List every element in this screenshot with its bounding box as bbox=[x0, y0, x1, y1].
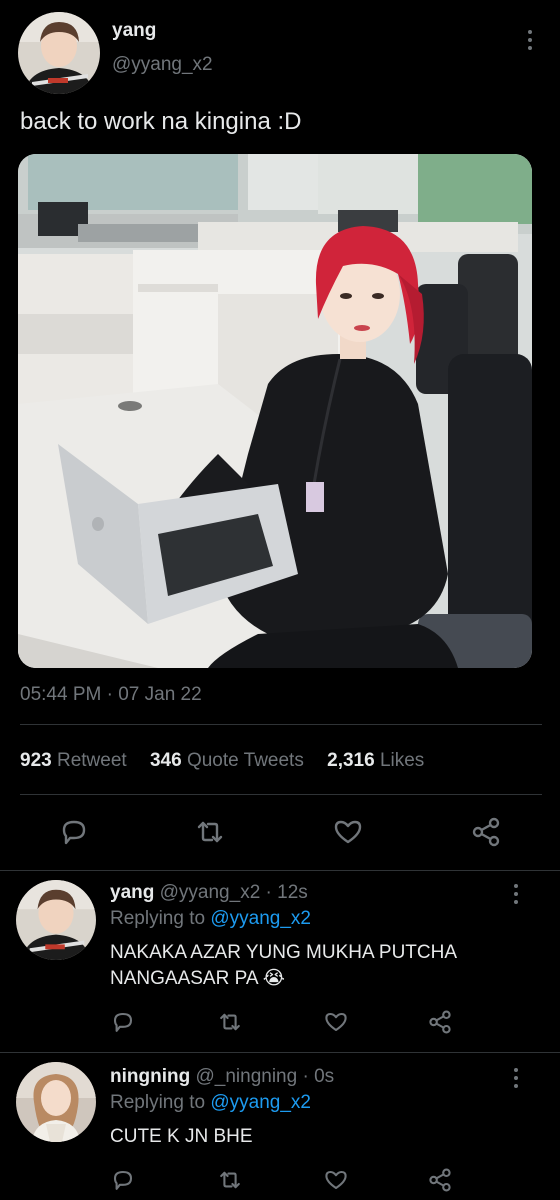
replying-to: Replying to @yyang_x2 bbox=[110, 1092, 311, 1114]
author-avatar[interactable] bbox=[18, 12, 100, 94]
reply-author-handle[interactable]: @yyang_x2 · 12s bbox=[160, 882, 308, 903]
reply-author-row: yang @yyang_x2 · 12s bbox=[110, 882, 308, 904]
tweet-text: back to work na kingina :D bbox=[20, 108, 302, 135]
replying-to-link[interactable]: @yyang_x2 bbox=[210, 908, 311, 929]
like-icon[interactable] bbox=[322, 1008, 351, 1037]
share-icon[interactable] bbox=[426, 1008, 455, 1037]
reply-author-name[interactable]: yang bbox=[110, 882, 154, 903]
tweet-timestamp: 05:44 PM · 07 Jan 22 bbox=[20, 684, 202, 705]
replying-to: Replying to @yyang_x2 bbox=[110, 908, 311, 930]
replying-to-prefix: Replying to bbox=[110, 1092, 211, 1113]
reply-text: CUTE K JN BHE bbox=[110, 1124, 253, 1150]
reply-text-line: NAKAKA AZAR YUNG MUKHA PUTCHA bbox=[110, 942, 458, 963]
reply-icon[interactable] bbox=[109, 1166, 138, 1195]
author-name[interactable]: yang bbox=[112, 20, 156, 42]
reply-text: NAKAKA AZAR YUNG MUKHA PUTCHA NANGAASAR … bbox=[110, 940, 457, 992]
more-vertical-icon[interactable] bbox=[512, 882, 520, 906]
quote-label[interactable]: Quote Tweets bbox=[187, 750, 304, 771]
retweet-count[interactable]: 923 bbox=[20, 750, 52, 771]
tweet-stats: 923 Retweet 346 Quote Tweets 2,316 Likes bbox=[20, 750, 442, 772]
quote-count[interactable]: 346 bbox=[150, 750, 182, 771]
retweet-icon[interactable] bbox=[192, 814, 228, 850]
more-vertical-icon[interactable] bbox=[512, 1066, 520, 1090]
share-icon[interactable] bbox=[426, 1166, 455, 1195]
author-handle[interactable]: @yyang_x2 bbox=[112, 54, 213, 76]
retweet-icon[interactable] bbox=[216, 1166, 245, 1195]
reply-text-line: NANGAASAR PA 😭 bbox=[110, 968, 285, 989]
more-vertical-icon[interactable] bbox=[526, 28, 534, 52]
reply-author-handle[interactable]: @_ningning · 0s bbox=[195, 1066, 334, 1087]
reply-avatar[interactable] bbox=[16, 1062, 96, 1142]
share-icon[interactable] bbox=[468, 814, 504, 850]
divider bbox=[20, 794, 542, 795]
tweet-photo[interactable] bbox=[18, 154, 532, 668]
like-count[interactable]: 2,316 bbox=[327, 750, 375, 771]
like-label[interactable]: Likes bbox=[380, 750, 424, 771]
like-icon[interactable] bbox=[322, 1166, 351, 1195]
divider bbox=[0, 1052, 560, 1053]
retweet-icon[interactable] bbox=[216, 1008, 245, 1037]
reply-text-line: CUTE K JN BHE bbox=[110, 1126, 253, 1147]
divider bbox=[0, 870, 560, 871]
like-icon[interactable] bbox=[330, 814, 366, 850]
divider bbox=[20, 724, 542, 725]
reply-icon[interactable] bbox=[109, 1008, 138, 1037]
replying-to-prefix: Replying to bbox=[110, 908, 211, 929]
retweet-label[interactable]: Retweet bbox=[57, 750, 127, 771]
reply-icon[interactable] bbox=[56, 814, 92, 850]
replying-to-link[interactable]: @yyang_x2 bbox=[210, 1092, 311, 1113]
reply-author-name[interactable]: ningning bbox=[110, 1066, 190, 1087]
reply-avatar[interactable] bbox=[16, 880, 96, 960]
reply-author-row: ningning @_ningning · 0s bbox=[110, 1066, 334, 1088]
